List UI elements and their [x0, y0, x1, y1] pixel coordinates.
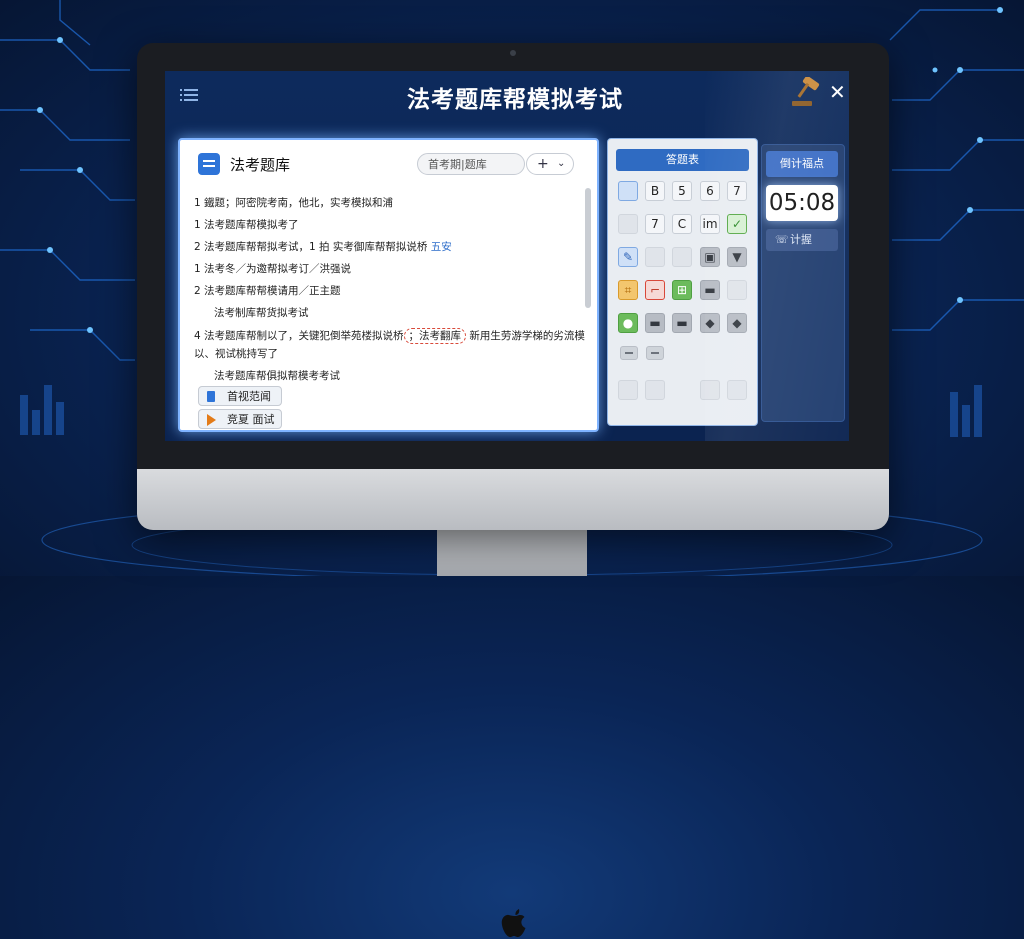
question-panel: 法考题库 首考期|题库 + ⌄ 1 鐵题；阿密院考南，他北，实考模拟和浦 1 法… [178, 138, 599, 432]
search-input[interactable]: 首考期|题库 [417, 153, 525, 175]
timer-title: 倒计福点 [766, 151, 838, 177]
answer-sheet-panel: 答题表 B 5 6 7 7 Cim ✓ ✎ ▣ ▼ ⌗ ⌐ ⊞ ▬ ● ▬ ▬ ◆ ◆ [607, 138, 758, 426]
monitor-stand [437, 530, 587, 576]
menu-icon[interactable] [180, 87, 198, 101]
list-item[interactable]: 以、视试桃持写了 [194, 346, 278, 361]
close-button[interactable]: ✕ [829, 81, 846, 103]
answer-cell[interactable] [727, 280, 747, 300]
answer-cell[interactable] [618, 380, 638, 400]
answer-cell[interactable]: B [645, 181, 665, 201]
answer-cell[interactable]: ▬ [700, 280, 720, 300]
document-icon [207, 391, 215, 402]
answer-cell[interactable] [646, 346, 664, 360]
answer-cell[interactable]: 7 [727, 181, 747, 201]
app-title: 法考题库帮模拟考试 [407, 87, 623, 113]
timer-button[interactable]: ☏ 计握 [766, 229, 838, 251]
apple-logo-icon [501, 909, 526, 937]
chevron-down-icon: ⌄ [557, 158, 566, 169]
list-item[interactable]: 1 法考题库帮模拟考了 [194, 217, 299, 232]
question-text: 2 法考题库帮帮拟考试，1 拍 实考御库帮帮拟说桥 [194, 241, 428, 253]
list-item[interactable]: 法考题库帮俱拟帮模考考试 [214, 368, 340, 383]
answer-cell[interactable]: ▬ [672, 313, 692, 333]
list-item[interactable]: 4 法考题库帮制以了，关键犯倒举苑楼拟说桥 ；法考翻库 新用生劳游学梯的劣流模 [194, 328, 585, 344]
answer-cell[interactable]: ▣ [700, 247, 720, 267]
monitor-chin [137, 469, 889, 937]
question-text: 新用生劳游学梯的劣流模 [469, 330, 585, 342]
list-item[interactable]: 1 鐵题；阿密院考南，他北，实考模拟和浦 [194, 195, 393, 210]
start-exam-button[interactable]: 竞夏 面试 [198, 409, 282, 429]
answer-cell[interactable]: 6 [700, 181, 720, 201]
answer-cell[interactable]: 5 [672, 181, 692, 201]
answer-cell[interactable] [620, 346, 638, 360]
panel-title: 法考题库 [230, 156, 291, 174]
answer-cell[interactable]: ⌗ [618, 280, 638, 300]
timer-panel: 倒计福点 05:08 ☏ 计握 [761, 144, 845, 422]
answer-cell[interactable]: ✎ [618, 247, 638, 267]
question-link[interactable]: 五安 [431, 241, 452, 253]
answer-sheet-title: 答题表 [616, 149, 749, 171]
review-button[interactable]: 首视范闻 [198, 386, 282, 406]
answer-cell[interactable] [618, 181, 638, 201]
gavel-icon [792, 77, 820, 106]
answer-cell[interactable] [618, 214, 638, 234]
phone-icon: ☏ [775, 233, 789, 246]
countdown-clock: 05:08 [766, 185, 838, 221]
answer-cell[interactable] [645, 380, 665, 400]
highlight-tag: ；法考翻库 [403, 328, 467, 344]
answer-cell[interactable]: 7 [645, 214, 665, 234]
answer-cell[interactable]: ✓ [727, 214, 747, 234]
answer-cell[interactable]: ▬ [645, 313, 665, 333]
add-dropdown-button[interactable]: + ⌄ [526, 153, 574, 175]
answer-cell[interactable] [645, 247, 665, 267]
answer-cell[interactable]: ⌐ [645, 280, 665, 300]
answer-cell[interactable] [700, 380, 720, 400]
answer-cell[interactable]: ▼ [727, 247, 747, 267]
play-icon [207, 414, 216, 426]
list-item[interactable]: 2 法考题库帮帮模请用／正主题 [194, 283, 341, 298]
answer-cell[interactable]: ◆ [700, 313, 720, 333]
webcam [510, 50, 516, 56]
scrollbar[interactable] [585, 188, 591, 308]
list-item[interactable]: 1 法考冬／为邀帮拟考订／洪强说 [194, 261, 351, 276]
plus-icon: + [537, 156, 549, 172]
answer-cell[interactable]: im [700, 214, 720, 234]
answer-cell[interactable]: ⊞ [672, 280, 692, 300]
answer-cell[interactable]: ● [618, 313, 638, 333]
answer-cell[interactable] [672, 247, 692, 267]
bank-icon [198, 153, 220, 175]
list-item[interactable]: 2 法考题库帮帮拟考试，1 拍 实考御库帮帮拟说桥 五安 [194, 239, 452, 254]
app-window: 法考题库帮模拟考试 ✕ 法考题库 首考期|题库 + ⌄ 1 鐵题；阿密院考南，他… [165, 71, 849, 441]
list-item[interactable]: 法考制库帮货拟考试 [214, 305, 309, 320]
answer-cell[interactable]: C [672, 214, 692, 234]
answer-cell[interactable]: ◆ [727, 313, 747, 333]
question-text: 4 法考题库帮制以了，关键犯倒举苑楼拟说桥 [194, 330, 404, 342]
answer-cell[interactable] [727, 380, 747, 400]
